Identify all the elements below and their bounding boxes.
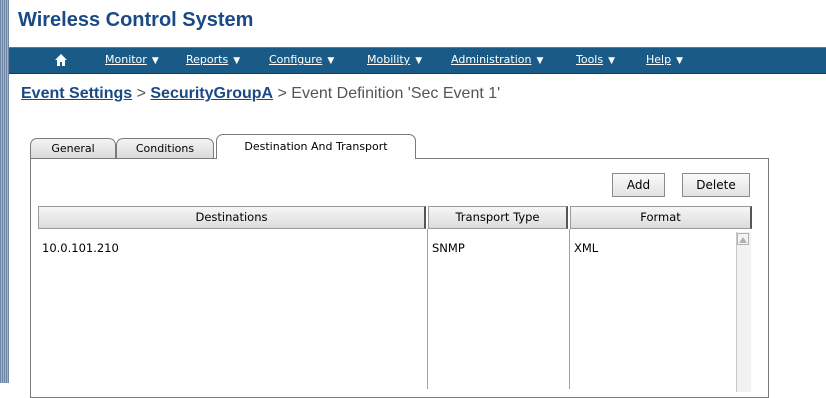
column-divider — [569, 229, 570, 389]
chevron-down-icon: ▼ — [676, 56, 683, 66]
column-header-destinations[interactable]: Destinations — [38, 206, 426, 229]
breadcrumb-separator: > — [132, 85, 151, 102]
tab-conditions[interactable]: Conditions — [116, 138, 214, 160]
nav-monitor[interactable]: Monitor ▼ — [105, 53, 159, 66]
tab-general[interactable]: General — [30, 138, 116, 160]
chevron-down-icon: ▼ — [608, 56, 616, 66]
nav-configure[interactable]: Configure ▼ — [269, 53, 334, 66]
column-divider — [427, 229, 428, 389]
column-header-transport-type[interactable]: Transport Type — [428, 206, 568, 229]
breadcrumb-event-settings-link[interactable]: Event Settings — [21, 85, 132, 102]
left-border-stripe — [0, 0, 9, 383]
nav-reports[interactable]: Reports ▼ — [186, 53, 240, 66]
cell-transport-type: SNMP — [432, 241, 465, 255]
breadcrumb-separator: > — [273, 85, 292, 102]
chevron-down-icon: ▼ — [415, 56, 423, 66]
add-button[interactable]: Add — [612, 173, 665, 197]
delete-button[interactable]: Delete — [682, 173, 750, 197]
nav-help[interactable]: Help ▼ — [646, 53, 683, 66]
breadcrumb: Event Settings > SecurityGroupA > Event … — [21, 85, 500, 103]
vertical-scrollbar[interactable] — [736, 232, 751, 392]
nav-mobility[interactable]: Mobility ▼ — [367, 53, 422, 66]
chevron-down-icon: ▼ — [536, 56, 544, 66]
breadcrumb-current: Event Definition 'Sec Event 1' — [291, 85, 501, 102]
column-header-format[interactable]: Format — [570, 206, 752, 229]
nav-tools[interactable]: Tools ▼ — [576, 53, 615, 66]
chevron-down-icon: ▼ — [327, 56, 335, 66]
cell-destination: 10.0.101.210 — [42, 241, 119, 255]
chevron-down-icon: ▼ — [151, 56, 159, 66]
scroll-up-arrow-icon[interactable] — [737, 233, 749, 245]
home-icon[interactable] — [54, 53, 68, 67]
breadcrumb-security-group-link[interactable]: SecurityGroupA — [150, 85, 273, 102]
nav-administration[interactable]: Administration ▼ — [451, 53, 543, 66]
main-nav-bar: Monitor ▼ Reports ▼ Configure ▼ Mobility ▼ A… — [9, 47, 826, 74]
cell-format: XML — [574, 241, 599, 255]
chevron-down-icon: ▼ — [233, 56, 241, 66]
tab-destination-and-transport[interactable]: Destination And Transport — [216, 134, 416, 159]
app-title: Wireless Control System — [18, 9, 254, 31]
destinations-table: Destinations Transport Type Format 10.0.… — [38, 206, 752, 389]
